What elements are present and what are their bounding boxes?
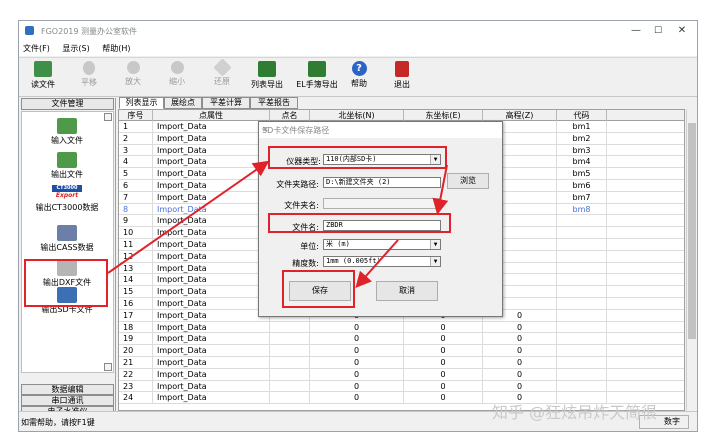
watermark: 知乎 @狂炫吊炸天简很	[492, 403, 658, 422]
arrow-to-save	[355, 239, 399, 288]
arrow-to-file-name	[432, 164, 449, 215]
arrow-to-instrument	[107, 160, 270, 274]
annotation-arrows	[107, 160, 449, 288]
